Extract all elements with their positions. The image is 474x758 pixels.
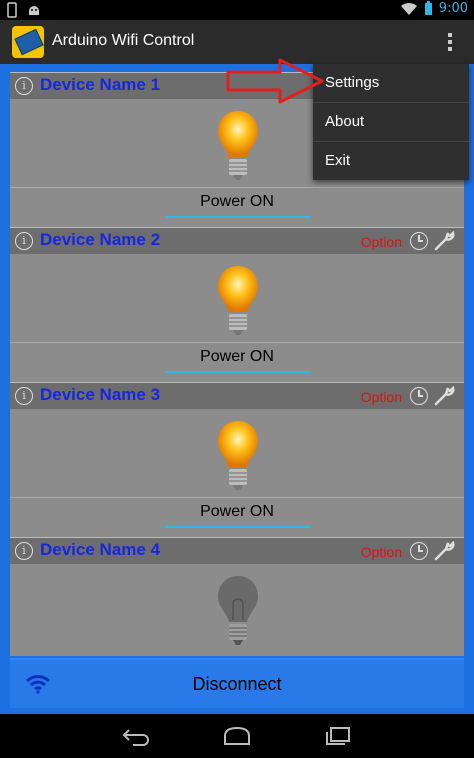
overflow-menu-icon[interactable] <box>444 30 456 54</box>
power-underline <box>165 371 311 373</box>
power-button[interactable]: Power ON <box>10 348 464 366</box>
menu-item-settings[interactable]: Settings <box>313 64 469 102</box>
power-underline <box>165 216 311 218</box>
option-button[interactable]: Option <box>361 389 402 405</box>
device-name[interactable]: Device Name 4 <box>40 540 160 560</box>
status-bar: 9:00 <box>0 0 474 20</box>
power-button[interactable]: Power ON <box>10 193 464 211</box>
device-panel-3: i Device Name 3 Option Power ON <box>10 382 464 537</box>
wrench-icon[interactable] <box>434 386 456 406</box>
back-icon[interactable] <box>121 726 151 746</box>
navigation-bar <box>0 714 474 758</box>
info-icon[interactable]: i <box>15 387 33 405</box>
info-icon[interactable]: i <box>15 542 33 560</box>
bulb-off-icon[interactable] <box>215 574 261 648</box>
device-panel-2: i Device Name 2 Option Power ON <box>10 227 464 382</box>
bulb-on-icon[interactable] <box>215 109 261 183</box>
notification-phone-icon <box>7 2 17 18</box>
device-header: i Device Name 3 Option <box>10 383 464 409</box>
power-underline <box>165 526 311 528</box>
power-button[interactable]: Power ON <box>10 503 464 521</box>
clock-icon[interactable] <box>410 542 428 560</box>
bulb-on-icon[interactable] <box>215 264 261 338</box>
clock-icon[interactable] <box>410 387 428 405</box>
device-name[interactable]: Device Name 3 <box>40 385 160 405</box>
option-button[interactable]: Option <box>361 234 402 250</box>
bulb-on-icon[interactable] <box>215 419 261 493</box>
wrench-icon[interactable] <box>434 231 456 251</box>
info-icon[interactable]: i <box>15 77 33 95</box>
device-header: i Device Name 2 Option <box>10 228 464 254</box>
status-time: 9:00 <box>438 1 468 16</box>
device-panel-4: i Device Name 4 Option <box>10 537 464 656</box>
callout-arrow-icon <box>226 58 324 104</box>
overflow-menu: Settings About Exit <box>313 64 469 180</box>
device-header: i Device Name 4 Option <box>10 538 464 564</box>
info-icon[interactable]: i <box>15 232 33 250</box>
menu-item-about[interactable]: About <box>313 103 469 141</box>
android-notification-icon <box>29 6 39 15</box>
home-icon[interactable] <box>222 726 252 746</box>
app-logo-icon[interactable] <box>12 26 44 58</box>
app-title: Arduino Wifi Control <box>52 32 195 49</box>
device-name[interactable]: Device Name 1 <box>40 75 160 95</box>
disconnect-label: Disconnect <box>192 674 282 694</box>
disconnect-button[interactable]: Disconnect <box>10 658 464 710</box>
menu-item-exit[interactable]: Exit <box>313 142 469 180</box>
recents-icon[interactable] <box>323 726 353 746</box>
option-button[interactable]: Option <box>361 544 402 560</box>
clock-icon[interactable] <box>410 232 428 250</box>
wifi-status-icon <box>400 2 417 15</box>
battery-icon <box>424 1 432 15</box>
wrench-icon[interactable] <box>434 541 456 561</box>
device-name[interactable]: Device Name 2 <box>40 230 160 250</box>
